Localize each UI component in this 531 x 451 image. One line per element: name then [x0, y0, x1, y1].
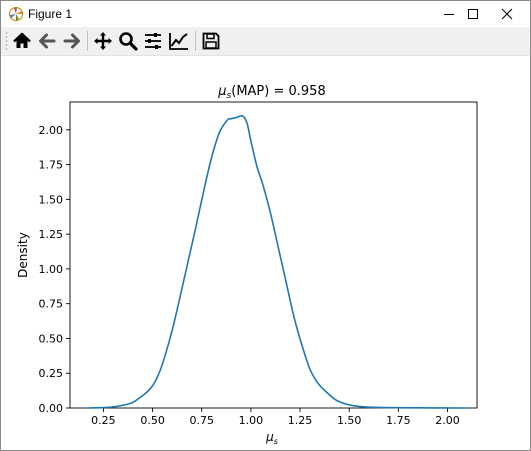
y-tick-label: 1.00	[39, 263, 64, 276]
plot-title: μs(MAP) = 0.958	[217, 84, 325, 101]
y-axis: 0.00 0.25 0.50 0.75 1.00 1.25 1.50 1.75 2.00	[39, 124, 70, 415]
x-tick-label: 0.75	[189, 414, 214, 427]
figure-canvas[interactable]: μs(MAP) = 0.958 0.25 0.50 0.75 1.00 1.25 1.50…	[1, 56, 530, 450]
toolbar-grip-icon[interactable]	[5, 31, 8, 51]
maximize-icon	[468, 9, 478, 19]
forward-icon	[63, 33, 80, 49]
close-button[interactable]	[484, 1, 530, 27]
x-axis-label: μs	[265, 430, 278, 446]
back-button[interactable]	[36, 30, 58, 52]
y-tick-label: 0.00	[39, 402, 64, 415]
home-button[interactable]	[11, 30, 33, 52]
edit-axis-button[interactable]	[168, 30, 190, 52]
matplotlib-app-icon	[8, 6, 24, 22]
toolbar-separator	[195, 31, 196, 51]
title-bar[interactable]: Figure 1	[1, 1, 530, 27]
zoom-button[interactable]	[117, 30, 139, 52]
edit-axis-icon	[169, 33, 188, 50]
y-tick-label: 0.50	[39, 332, 64, 345]
x-tick-label: 0.50	[140, 414, 165, 427]
save-icon	[202, 32, 220, 50]
x-tick-label: 1.75	[386, 414, 411, 427]
kde-plot: μs(MAP) = 0.958 0.25 0.50 0.75 1.00 1.25 1.50…	[16, 84, 478, 446]
y-tick-label: 2.00	[39, 124, 64, 137]
y-tick-label: 0.75	[39, 298, 64, 311]
y-tick-label: 0.25	[39, 367, 64, 380]
x-tick-label: 2.00	[435, 414, 460, 427]
home-icon	[13, 32, 31, 48]
toolbar-separator	[87, 31, 88, 51]
forward-button[interactable]	[61, 30, 83, 52]
save-button[interactable]	[200, 30, 222, 52]
window-title: Figure 1	[28, 7, 73, 21]
x-axis: 0.25 0.50 0.75 1.00 1.25 1.50 1.75 2.00	[91, 408, 460, 427]
x-tick-label: 1.50	[337, 414, 362, 427]
navigation-toolbar	[1, 27, 530, 56]
y-tick-label: 1.25	[39, 228, 64, 241]
x-tick-label: 1.25	[288, 414, 313, 427]
configure-subplots-icon	[145, 33, 161, 49]
configure-subplots-button[interactable]	[142, 30, 164, 52]
y-axis-label: Density	[16, 232, 30, 278]
x-tick-label: 1.00	[239, 414, 264, 427]
axes-frame	[69, 101, 478, 409]
zoom-icon	[119, 32, 138, 51]
pan-icon	[94, 32, 112, 50]
y-tick-label: 1.75	[39, 159, 64, 172]
back-icon	[39, 33, 56, 49]
pan-button[interactable]	[92, 30, 114, 52]
close-icon	[501, 8, 513, 20]
y-tick-label: 1.50	[39, 193, 64, 206]
figure-window: Figure 1 μs(MAP) = 0.958 0.25 0.50 0.75 …	[0, 0, 531, 451]
x-tick-label: 0.25	[91, 414, 116, 427]
